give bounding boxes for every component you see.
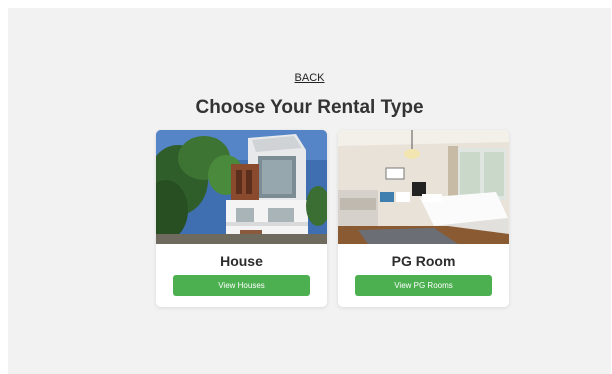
rental-card-pg-room: PG Room View PG Rooms [338, 130, 509, 307]
card-title-pg-room: PG Room [391, 253, 456, 269]
view-pg-rooms-button[interactable]: View PG Rooms [355, 275, 492, 296]
house-photo [156, 130, 327, 244]
pg-room-photo [338, 130, 509, 244]
view-houses-button[interactable]: View Houses [173, 275, 310, 296]
back-link[interactable]: BACK [8, 72, 611, 84]
card-title-house: House [220, 253, 263, 269]
rental-card-house: House View Houses [156, 130, 327, 307]
page-title: Choose Your Rental Type [195, 97, 424, 118]
page-container: BACK Choose Your Rental Type House View … [8, 8, 611, 374]
